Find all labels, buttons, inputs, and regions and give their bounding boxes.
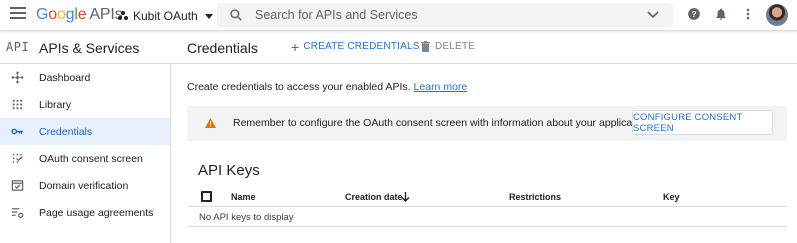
- google-wordmark: Google: [36, 6, 87, 23]
- column-header-restrictions[interactable]: Restrictions: [509, 192, 561, 202]
- api-product-logo: API: [6, 40, 30, 54]
- table-empty-row: No API keys to display: [187, 207, 787, 227]
- sidebar-item-label: Page usage agreements: [39, 206, 154, 219]
- table-header-row: Name Creation date Restrictions Key: [187, 186, 787, 207]
- sidebar-item-library[interactable]: Library: [0, 91, 170, 118]
- svg-text:?: ?: [692, 10, 697, 19]
- api-keys-section-title: API Keys: [198, 162, 260, 179]
- create-credentials-label: CREATE CREDENTIALS: [303, 41, 420, 52]
- consent-warning-banner: Remember to configure the OAuth consent …: [187, 106, 787, 141]
- column-header-name[interactable]: Name: [231, 192, 256, 202]
- page-title: Credentials: [187, 40, 258, 56]
- create-credentials-button[interactable]: + CREATE CREDENTIALS: [291, 38, 420, 55]
- column-header-key[interactable]: Key: [663, 192, 680, 202]
- dashboard-icon: [11, 71, 24, 84]
- banner-message: Remember to configure the OAuth consent …: [233, 117, 653, 129]
- api-keys-table: Name Creation date Restrictions Key No A…: [187, 186, 787, 227]
- sidebar-item-label: Dashboard: [39, 71, 91, 84]
- page-header: API APIs & Services Credentials + CREATE…: [0, 31, 797, 64]
- configure-consent-screen-button[interactable]: CONFIGURE CONSENT SCREEN: [632, 110, 773, 135]
- sidebar-item-label: Library: [39, 98, 72, 111]
- search-input[interactable]: [255, 8, 635, 22]
- sidebar-item-label: Credentials: [39, 125, 93, 138]
- sidebar-item-dashboard[interactable]: Dashboard: [0, 64, 170, 91]
- top-bar: GoogleAPIs Kubit OAuth ?: [0, 0, 797, 31]
- product-title: APIs & Services: [39, 40, 140, 56]
- hamburger-menu-icon[interactable]: [10, 7, 26, 21]
- intro-text: Create credentials to access your enable…: [187, 81, 467, 93]
- empty-state-text: No API keys to display: [199, 212, 294, 223]
- project-icon: [118, 11, 128, 21]
- project-name: Kubit OAuth: [133, 9, 198, 23]
- sidebar-item-oauth-consent[interactable]: OAuth consent screen: [0, 145, 170, 172]
- sidebar-item-domain-verification[interactable]: Domain verification: [0, 172, 170, 199]
- notifications-bell-icon[interactable]: [714, 7, 728, 21]
- sidebar-item-label: Domain verification: [39, 179, 129, 192]
- google-apis-logo[interactable]: Google APIs: [36, 6, 123, 24]
- add-icon: +: [291, 38, 300, 55]
- sidebar: Dashboard Library Credentials OAuth cons…: [0, 64, 171, 243]
- key-icon: [11, 128, 24, 135]
- help-icon[interactable]: ?: [687, 7, 701, 21]
- project-selector[interactable]: Kubit OAuth: [118, 8, 213, 24]
- select-all-checkbox[interactable]: [201, 191, 212, 202]
- trash-icon: [421, 41, 430, 52]
- account-avatar[interactable]: [766, 4, 788, 26]
- library-icon: [12, 99, 23, 110]
- column-header-creation-date[interactable]: Creation date: [345, 192, 403, 202]
- domain-verification-icon: [11, 180, 24, 191]
- sidebar-item-credentials[interactable]: Credentials: [0, 118, 170, 145]
- consent-icon: [12, 153, 23, 163]
- delete-label: DELETE: [435, 41, 476, 52]
- learn-more-link[interactable]: Learn more: [414, 81, 468, 93]
- sort-arrow-down-icon[interactable]: [401, 192, 410, 202]
- sidebar-item-page-usage-agreements[interactable]: Page usage agreements: [0, 199, 170, 226]
- intro-message: Create credentials to access your enable…: [187, 81, 411, 93]
- delete-button[interactable]: DELETE: [421, 41, 475, 52]
- chevron-down-icon[interactable]: [647, 11, 659, 19]
- search-bar[interactable]: [217, 3, 673, 27]
- dropdown-caret-icon: [204, 13, 213, 19]
- settings-list-icon: [11, 208, 24, 218]
- search-icon: [230, 9, 242, 21]
- more-vert-icon[interactable]: [741, 7, 755, 21]
- warning-icon: [205, 118, 216, 128]
- sidebar-item-label: OAuth consent screen: [39, 152, 143, 165]
